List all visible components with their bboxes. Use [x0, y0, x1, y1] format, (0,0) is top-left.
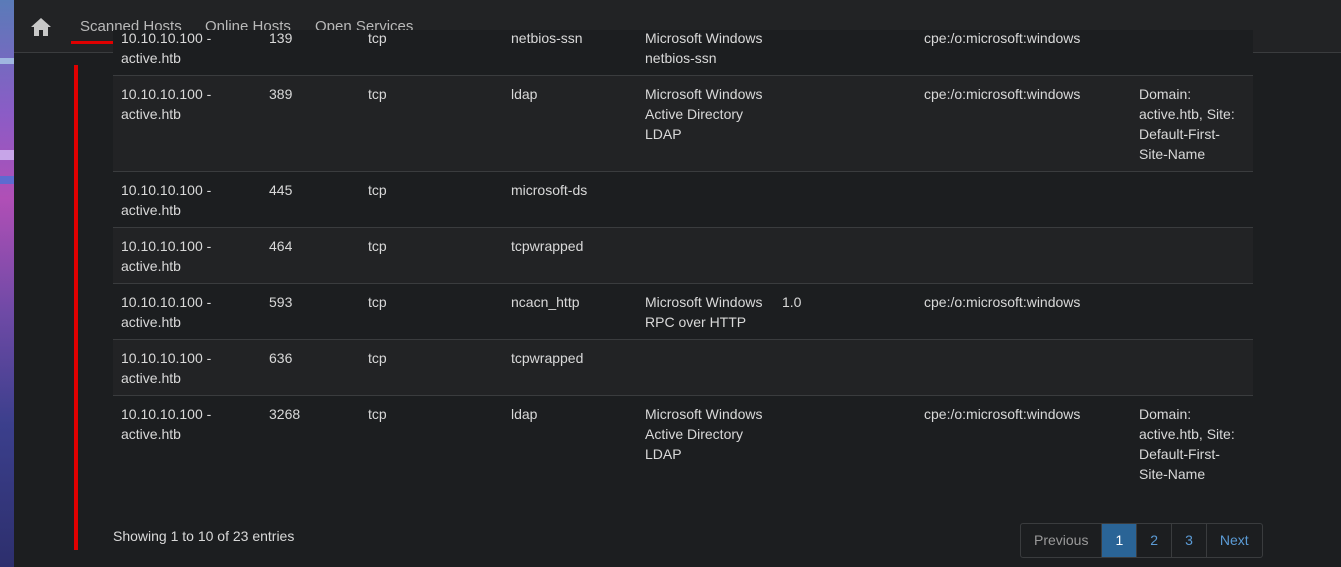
table-row: 10.10.10.100 - active.htb 464 tcp tcpwrappe…: [113, 227, 1253, 284]
cell-port: 139: [261, 30, 360, 76]
cell-product: Microsoft Windows netbios-ssn: [637, 30, 774, 76]
cell-port: 3268: [261, 395, 360, 491]
page-3-button[interactable]: 3: [1171, 524, 1206, 557]
cell-version: [774, 171, 916, 228]
cell-port: 464: [261, 227, 360, 284]
cell-host: 10.10.10.100 - active.htb: [113, 30, 261, 76]
cell-product: Microsoft Windows Active Directory LDAP: [637, 395, 774, 491]
cell-extra: Domain: active.htb, Site: Default-First-…: [1131, 395, 1253, 491]
cell-extra: [1131, 171, 1253, 228]
table-row: 10.10.10.100 - active.htb 389 tcp ldap Micro…: [113, 75, 1253, 172]
cell-proto: tcp: [360, 75, 503, 172]
cell-service: ldap: [503, 395, 637, 491]
cell-host: 10.10.10.100 - active.htb: [113, 395, 261, 491]
cell-proto: tcp: [360, 30, 503, 76]
cell-product: [637, 339, 774, 396]
cell-proto: tcp: [360, 283, 503, 340]
table-info: Showing 1 to 10 of 23 entries: [113, 528, 295, 544]
cell-cpe: cpe:/o:microsoft:windows: [916, 75, 1131, 172]
cell-product: [637, 227, 774, 284]
cell-version: [774, 339, 916, 396]
cell-service: tcpwrapped: [503, 339, 637, 396]
cell-port: 389: [261, 75, 360, 172]
cell-cpe: [916, 227, 1131, 284]
desktop-decoration: [0, 58, 14, 64]
cell-port: 636: [261, 339, 360, 396]
cell-extra: [1131, 283, 1253, 340]
cell-host: 10.10.10.100 - active.htb: [113, 171, 261, 228]
page-1-button[interactable]: 1: [1101, 524, 1137, 557]
table-row: 10.10.10.100 - active.htb 3268 tcp ldap Micr…: [113, 395, 1253, 491]
table-row: 10.10.10.100 - active.htb 139 tcp netbios-s…: [113, 30, 1253, 76]
cell-proto: tcp: [360, 339, 503, 396]
cell-proto: tcp: [360, 395, 503, 491]
table-row: 10.10.10.100 - active.htb 593 tcp ncacn_htt…: [113, 283, 1253, 340]
cell-proto: tcp: [360, 171, 503, 228]
cell-port: 593: [261, 283, 360, 340]
cell-extra: [1131, 339, 1253, 396]
cell-extra: [1131, 30, 1253, 76]
cell-cpe: cpe:/o:microsoft:windows: [916, 395, 1131, 491]
cell-host: 10.10.10.100 - active.htb: [113, 283, 261, 340]
services-table: 10.10.10.100 - active.htb 139 tcp netbios-s…: [113, 30, 1253, 491]
cell-cpe: cpe:/o:microsoft:windows: [916, 30, 1131, 76]
cell-service: microsoft-ds: [503, 171, 637, 228]
highlight-bar: [74, 65, 78, 550]
cell-host: 10.10.10.100 - active.htb: [113, 339, 261, 396]
cell-port: 445: [261, 171, 360, 228]
cell-service: netbios-ssn: [503, 30, 637, 76]
cell-service: tcpwrapped: [503, 227, 637, 284]
services-table-container: 10.10.10.100 - active.htb 139 tcp netbios-s…: [113, 30, 1253, 510]
table-row: 10.10.10.100 - active.htb 445 tcp microsoft…: [113, 171, 1253, 228]
cell-version: [774, 75, 916, 172]
cell-extra: Domain: active.htb, Site: Default-First-…: [1131, 75, 1253, 172]
cell-version: [774, 227, 916, 284]
cell-version: [774, 30, 916, 76]
home-icon[interactable]: [30, 16, 52, 38]
page-2-button[interactable]: 2: [1136, 524, 1171, 557]
cell-cpe: [916, 171, 1131, 228]
cell-version: 1.0: [774, 283, 916, 340]
cell-host: 10.10.10.100 - active.htb: [113, 227, 261, 284]
cell-product: Microsoft Windows Active Directory LDAP: [637, 75, 774, 172]
table-row: 10.10.10.100 - active.htb 636 tcp tcpwrappe…: [113, 339, 1253, 396]
cell-cpe: [916, 339, 1131, 396]
next-button[interactable]: Next: [1205, 524, 1262, 557]
cell-service: ldap: [503, 75, 637, 172]
cell-product: Microsoft Windows RPC over HTTP: [637, 283, 774, 340]
desktop-background-strip: [0, 0, 14, 567]
app-window: Scanned Hosts Online Hosts Open Services…: [14, 0, 1341, 567]
desktop-decoration: [0, 150, 14, 160]
previous-button[interactable]: Previous: [1021, 524, 1101, 557]
cell-extra: [1131, 227, 1253, 284]
cell-service: ncacn_http: [503, 283, 637, 340]
cell-proto: tcp: [360, 227, 503, 284]
cell-product: [637, 171, 774, 228]
pagination: Previous 1 2 3 Next: [1020, 523, 1263, 558]
cell-host: 10.10.10.100 - active.htb: [113, 75, 261, 172]
desktop-decoration: [0, 176, 14, 184]
cell-cpe: cpe:/o:microsoft:windows: [916, 283, 1131, 340]
cell-version: [774, 395, 916, 491]
